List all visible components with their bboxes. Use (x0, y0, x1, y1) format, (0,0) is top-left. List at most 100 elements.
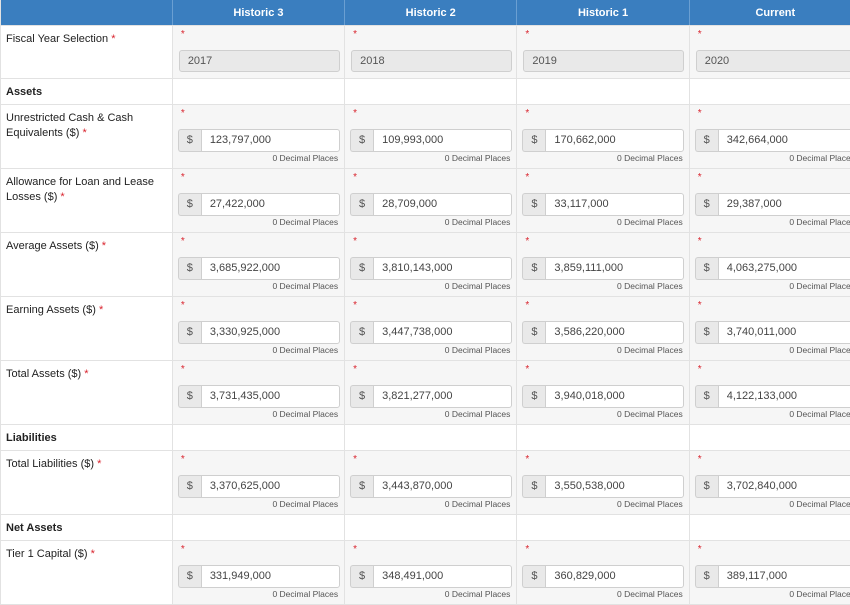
decimal-note: 0 Decimal Places (444, 281, 511, 291)
decimal-note: 0 Decimal Places (789, 345, 850, 355)
section-blank (517, 425, 690, 450)
value-cell: * $ 3,447,738,000 0 Decimal Places (345, 297, 518, 360)
fiscal-year-select[interactable]: 2020 (695, 50, 850, 72)
amount-input[interactable]: 3,810,143,000 (373, 257, 513, 280)
decimal-note: 0 Decimal Places (272, 217, 339, 227)
amount-input[interactable]: 3,731,435,000 (200, 385, 340, 408)
required-mark: * (697, 364, 702, 375)
value-cell: * $ 3,702,840,000 0 Decimal Places (689, 451, 850, 514)
fiscal-year-cell: * 2020 (689, 26, 850, 78)
row-label-allowance: Allowance for Loan and Lease Losses ($) … (0, 169, 173, 232)
row-label-text: Losses ($) (6, 191, 58, 203)
currency-input-group: $ 348,491,000 (350, 565, 513, 588)
fiscal-year-select[interactable]: 2017 (178, 50, 340, 72)
amount-input[interactable]: 3,740,011,000 (717, 321, 850, 344)
section-blank (172, 515, 346, 540)
row-total-liabilities: Total Liabilities ($) * * $ 3,370,625,00… (0, 451, 850, 515)
amount-input[interactable]: 3,447,738,000 (373, 321, 513, 344)
amount-input[interactable]: 29,387,000 (717, 193, 850, 216)
fiscal-year-label: Fiscal Year Selection * (0, 26, 173, 78)
amount-input[interactable]: 3,330,925,000 (200, 321, 340, 344)
amount-input[interactable]: 342,664,000 (717, 129, 850, 152)
value-cell: * $ 3,685,922,000 0 Decimal Places (172, 233, 346, 296)
amount-input[interactable]: 3,370,625,000 (200, 475, 340, 498)
currency-input-group: $ 3,685,922,000 (177, 257, 340, 280)
value-cell: * $ 3,330,925,000 0 Decimal Places (172, 297, 346, 360)
decimal-note: 0 Decimal Places (444, 217, 511, 227)
required-mark: * (180, 236, 185, 247)
fiscal-year-select[interactable]: 2019 (523, 50, 685, 72)
required-mark: * (353, 236, 358, 247)
row-label-text: Total Liabilities ($) (6, 458, 95, 470)
fiscal-year-select[interactable]: 2018 (351, 50, 513, 72)
value-cell: * $ 360,829,000 0 Decimal Places (517, 541, 690, 604)
value-cell: * $ 331,949,000 0 Decimal Places (172, 541, 346, 604)
amount-input[interactable]: 4,122,133,000 (717, 385, 850, 408)
required-mark: * (101, 240, 107, 252)
row-cash: Unrestricted Cash & Cash Equivalents ($)… (0, 105, 850, 169)
value-cell: * $ 3,370,625,000 0 Decimal Places (172, 451, 346, 514)
section-blank (172, 79, 346, 104)
amount-input[interactable]: 360,829,000 (545, 565, 685, 588)
col-header-historic-3: Historic 3 (172, 0, 346, 25)
row-allowance: Allowance for Loan and Lease Losses ($) … (0, 169, 850, 233)
row-label-text: Equivalents ($) (6, 127, 80, 139)
value-cell: * $ 170,662,000 0 Decimal Places (517, 105, 690, 168)
row-label-average-assets: Average Assets ($) * (0, 233, 173, 296)
amount-input[interactable]: 27,422,000 (200, 193, 340, 216)
currency-input-group: $ 4,063,275,000 (694, 257, 850, 280)
required-mark: * (697, 108, 702, 119)
currency-input-group: $ 3,810,143,000 (350, 257, 513, 280)
amount-input[interactable]: 3,859,111,000 (545, 257, 685, 280)
fiscal-year-cell: * 2019 (517, 26, 690, 78)
amount-input[interactable]: 4,063,275,000 (717, 257, 850, 280)
amount-input[interactable]: 109,993,000 (373, 129, 513, 152)
row-average-assets: Average Assets ($) * * $ 3,685,922,000 0… (0, 233, 850, 297)
amount-input[interactable]: 3,821,277,000 (373, 385, 513, 408)
required-mark: * (353, 454, 358, 465)
amount-input[interactable]: 28,709,000 (373, 193, 513, 216)
amount-input[interactable]: 3,685,922,000 (200, 257, 340, 280)
decimal-note: 0 Decimal Places (444, 499, 511, 509)
required-mark: * (525, 236, 530, 247)
row-label-text: Average Assets ($) (6, 240, 99, 252)
currency-input-group: $ 3,821,277,000 (350, 385, 513, 408)
required-mark: * (97, 458, 102, 470)
required-mark: * (180, 172, 185, 183)
dollar-icon: $ (522, 385, 546, 408)
decimal-note: 0 Decimal Places (617, 217, 683, 227)
amount-input[interactable]: 3,550,538,000 (545, 475, 685, 498)
dollar-icon: $ (522, 565, 546, 588)
decimal-note: 0 Decimal Places (617, 153, 683, 163)
financial-grid: Historic 3 Historic 2 Historic 1 Current… (0, 0, 850, 605)
currency-input-group: $ 3,702,840,000 (694, 475, 850, 498)
dollar-icon: $ (694, 193, 718, 216)
section-heading-liabilities: Liabilities (0, 425, 173, 450)
dollar-icon: $ (522, 475, 546, 498)
dollar-icon: $ (177, 565, 201, 588)
amount-input[interactable]: 123,797,000 (200, 129, 340, 152)
amount-input[interactable]: 3,702,840,000 (717, 475, 850, 498)
decimal-note: 0 Decimal Places (789, 409, 850, 419)
amount-input[interactable]: 3,940,018,000 (545, 385, 685, 408)
section-blank (345, 515, 518, 540)
dollar-icon: $ (522, 193, 546, 216)
header-blank (0, 0, 173, 25)
amount-input[interactable]: 33,117,000 (545, 193, 685, 216)
required-mark: * (353, 544, 358, 555)
amount-input[interactable]: 331,949,000 (200, 565, 340, 588)
amount-input[interactable]: 170,662,000 (545, 129, 685, 152)
section-blank (345, 79, 518, 104)
fiscal-year-row: Fiscal Year Selection * * 2017 * 2018 * … (0, 26, 850, 79)
section-blank (689, 515, 850, 540)
amount-input[interactable]: 389,117,000 (717, 565, 850, 588)
amount-input[interactable]: 348,491,000 (373, 565, 513, 588)
amount-input[interactable]: 3,443,870,000 (373, 475, 513, 498)
currency-input-group: $ 360,829,000 (522, 565, 685, 588)
amount-input[interactable]: 3,586,220,000 (545, 321, 685, 344)
required-mark: * (353, 29, 358, 40)
currency-input-group: $ 4,122,133,000 (694, 385, 850, 408)
decimal-note: 0 Decimal Places (444, 345, 511, 355)
currency-input-group: $ 3,859,111,000 (522, 257, 685, 280)
required-mark: * (180, 544, 185, 555)
